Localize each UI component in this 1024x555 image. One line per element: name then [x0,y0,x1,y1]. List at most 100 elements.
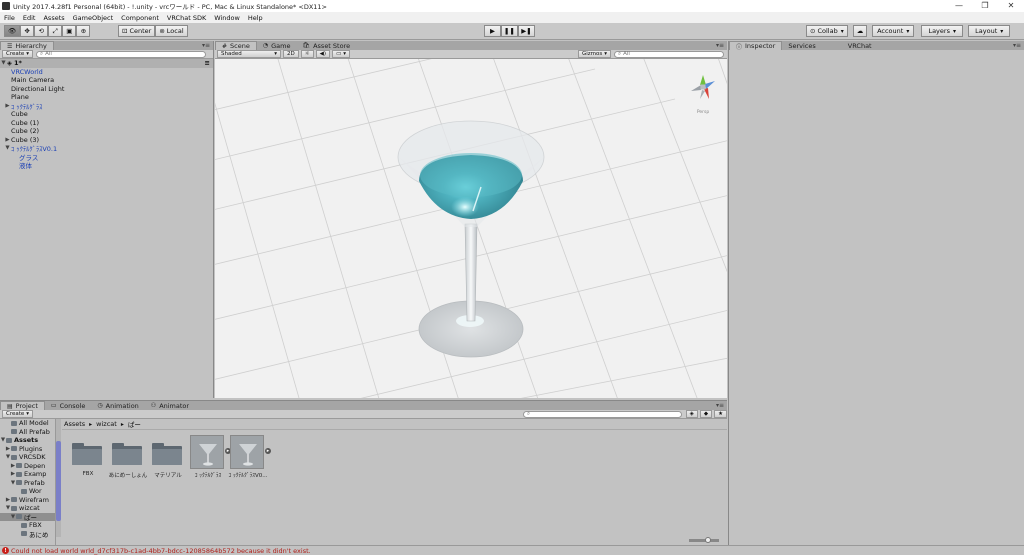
project-tree-item[interactable]: ▼ VRCSDK [0,453,55,462]
project-tree-item[interactable]: ▶ Plugins [0,445,55,454]
hierarchy-create-button[interactable]: Create [2,50,34,58]
slider-handle[interactable] [705,537,711,543]
shading-dropdown[interactable]: Shaded [217,50,281,58]
breadcrumb: Assets ▸ wizcat ▸ ぱー [62,419,727,430]
asset-model[interactable]: ▸ ｺ ｯｸﾃﾙｸﾞﾗｽV0... [228,435,274,483]
scene-viewport[interactable]: Persp [215,59,727,398]
maximize-button[interactable]: ❐ [972,0,998,12]
audio-toggle[interactable]: ◀) [315,50,331,58]
menu-assets[interactable]: Assets [39,14,68,22]
status-bar[interactable]: ! Could not load world wrld_d7cf317b-c1a… [0,545,1024,555]
menu-gameobject[interactable]: GameObject [69,14,118,22]
project-tree-item[interactable]: ▶ Depen [0,462,55,471]
hierarchy-item[interactable]: Directional Light [0,85,213,94]
project-tree-item[interactable]: ▼ Prefab [0,479,55,488]
project-tree-item[interactable]: Wor [0,487,55,496]
tab-inspector[interactable]: ⓘ Inspector [729,41,783,51]
breadcrumb-current[interactable]: ぱー [128,419,141,429]
project-tree-scrollbar[interactable] [56,419,61,537]
scene-search-input[interactable]: ⌕ All [614,50,724,58]
scene-menu-icon[interactable]: ▾≡ [716,42,724,49]
hand-tool-button[interactable]: 👁 [4,25,21,37]
scale-tool-button[interactable]: ⤢ [48,25,63,37]
inspector-menu-icon[interactable]: ▾≡ [1013,42,1021,49]
hierarchy-item[interactable]: 液体 [0,161,213,170]
star-icon: ★ [718,411,723,417]
tab-console[interactable]: ▭ Console [45,401,91,410]
menu-vrchat-sdk[interactable]: VRChat SDK [163,14,210,22]
tab-animation[interactable]: ◷ Animation [91,401,144,410]
collab-button[interactable]: ⊙ Collab [806,25,848,37]
hierarchy-item[interactable]: Cube (2) [0,127,213,136]
image-icon: ▭ [336,51,342,57]
layers-dropdown[interactable]: Layers [921,25,964,37]
project-tree-item[interactable]: ▶ Examp [0,470,55,479]
project-folder-tree: All Model All Prefab ▼ Assets ▶ Plugins ▼ VRCSD… [0,419,56,545]
collapse-arrow-icon[interactable]: ▶ [4,137,11,143]
minimize-button[interactable]: — [946,0,972,12]
pivot-center-button[interactable]: ⊡ Center [118,25,156,37]
panel-menu-icon[interactable]: ▾≡ [202,42,210,49]
rect-tool-button[interactable]: ▣ [62,25,77,37]
step-button[interactable]: ▶❚ [518,25,535,37]
menu-component[interactable]: Component [117,14,163,22]
expand-arrow-icon[interactable]: ▼ [4,145,11,151]
hierarchy-item[interactable]: Cube (1) [0,119,213,128]
expand-prefab-icon[interactable]: ▸ [265,448,271,454]
menu-help[interactable]: Help [244,14,267,22]
expand-arrow-icon: ▼ [1,60,6,67]
project-tree-item[interactable]: ▼ Assets [0,436,55,445]
project-tree-item[interactable]: ▶ Wirefram [0,496,55,505]
menu-window[interactable]: Window [210,14,244,22]
gizmos-dropdown[interactable]: Gizmos [577,50,611,58]
tab-project[interactable]: ▤ Project [0,401,45,410]
cloud-button[interactable]: ☁ [852,25,868,37]
tab-services[interactable]: Services [782,41,821,50]
collapse-arrow-icon[interactable]: ▶ [4,103,11,109]
tab-scene[interactable]: # Scene [215,41,257,50]
project-menu-icon[interactable]: ▾≡ [716,402,724,409]
menu-file[interactable]: File [0,14,19,22]
tab-vrchat[interactable]: VRChat [842,41,878,50]
hierarchy-item[interactable]: Cube [0,110,213,119]
2d-toggle[interactable]: 2D [283,50,299,58]
project-tree-item[interactable]: あにめ [0,530,55,539]
filter-type-button[interactable]: ◈ [685,410,698,418]
effects-dropdown[interactable]: ▭ [332,50,351,58]
scene-menu-icon[interactable]: ≡ [205,59,210,67]
breadcrumb-wizcat[interactable]: wizcat [96,420,117,428]
project-tree-item[interactable]: All Model [0,419,55,428]
menu-edit[interactable]: Edit [19,14,40,22]
tab-hierarchy[interactable]: ☰ Hierarchy [0,41,54,50]
favorite-button[interactable]: ★ [714,410,727,418]
move-tool-button[interactable]: ✥ [20,25,35,37]
project-search-input[interactable]: ⌕ [523,410,682,418]
project-tree-item[interactable]: All Prefab [0,428,55,437]
icon-size-slider[interactable] [689,537,719,543]
rotate-icon: ⟲ [38,27,44,35]
transform-tool-button[interactable]: ⊕ [76,25,91,37]
play-button[interactable]: ▶ [484,25,501,37]
project-tree-item[interactable]: ▼ ぱー [0,512,55,522]
scene-root-row[interactable]: ▼ ◈ 1* ≡ [0,59,213,68]
tab-asset-store[interactable]: 🛍 Asset Store [296,41,356,50]
hierarchy-item[interactable]: ▶ ｺ ｯｸﾃﾙｸﾞﾗｽ [0,102,213,111]
account-button[interactable]: Account [872,25,915,37]
hierarchy-search-input[interactable]: ⌕ All [36,50,207,58]
tab-animator[interactable]: ⚇ Animator [145,401,195,410]
close-button[interactable]: ✕ [998,0,1024,12]
hierarchy-item[interactable]: Main Camera [0,76,213,85]
lighting-toggle[interactable]: ☼ [300,50,314,58]
layout-dropdown[interactable]: Layout [968,25,1011,37]
breadcrumb-assets[interactable]: Assets [64,420,85,428]
persp-label[interactable]: Persp [697,109,710,115]
pivot-local-button[interactable]: ⊚ Local [155,25,188,37]
scrollbar-thumb[interactable] [56,441,61,521]
tab-game[interactable]: ◔ Game [257,41,297,50]
rotate-tool-button[interactable]: ⟲ [34,25,49,37]
folder-icon [16,471,22,477]
filter-label-button[interactable]: ◆ [699,410,713,418]
pause-button[interactable]: ❚❚ [501,25,518,37]
project-create-button[interactable]: Create [2,410,34,418]
hierarchy-item[interactable]: VRCWorld [0,68,213,77]
